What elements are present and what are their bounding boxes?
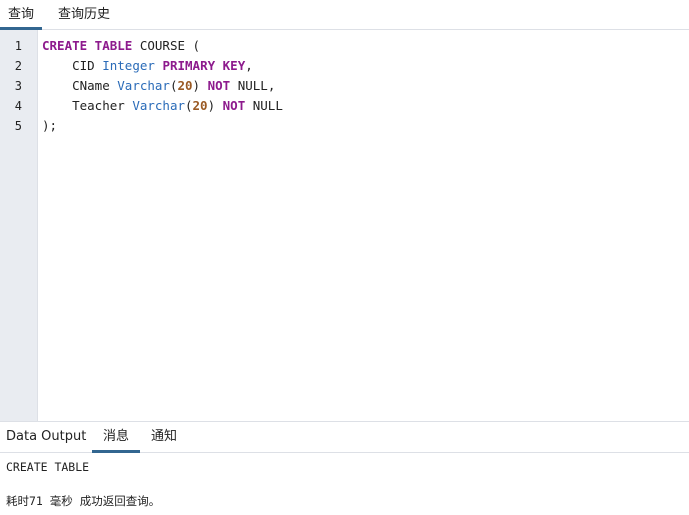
code-line: CREATE TABLE COURSE (	[42, 36, 682, 56]
tab-query-history[interactable]: 查询历史	[48, 0, 120, 30]
code-line: );	[42, 116, 682, 136]
line-number: 5	[14, 119, 22, 133]
code-token-keyword: NOT	[222, 98, 246, 113]
code-token-plain: )	[192, 78, 208, 93]
output-tab-bar: Data Output 消息 通知	[0, 422, 689, 453]
code-token-type: Varchar	[132, 98, 185, 113]
code-line: CID Integer PRIMARY KEY,	[42, 56, 682, 76]
code-line: Teacher Varchar(20) NOT NULL	[42, 96, 682, 116]
line-number: 4	[14, 99, 22, 113]
code-token-plain: )	[207, 98, 223, 113]
code-token-plain: COURSE (	[132, 38, 201, 53]
output-panel: Data Output 消息 通知 CREATE TABLE 耗时71 毫秒 成…	[0, 421, 689, 515]
code-token-plain: Teacher	[42, 98, 133, 113]
line-number: 1	[14, 39, 22, 53]
code-token-plain: );	[42, 118, 58, 133]
tab-data-output[interactable]: Data Output	[0, 422, 90, 453]
tab-messages[interactable]: 消息	[92, 422, 140, 453]
code-token-type: Varchar	[117, 78, 170, 93]
code-token-keyword: NOT	[207, 78, 231, 93]
code-token-plain: NULL,	[230, 78, 276, 93]
line-number: 3	[14, 79, 22, 93]
code-token-number: 20	[177, 78, 193, 93]
code-area[interactable]: CREATE TABLE COURSE ( CID Integer PRIMAR…	[42, 36, 682, 136]
code-token-keyword: PRIMARY KEY	[162, 58, 246, 73]
messages-output: CREATE TABLE 耗时71 毫秒 成功返回查询。	[6, 459, 681, 509]
code-token-number: 20	[192, 98, 208, 113]
tab-notices[interactable]: 通知	[144, 422, 184, 453]
line-number-gutter: 1 2 3 4 5	[0, 30, 38, 421]
line-numbers: 1 2 3 4 5	[0, 36, 22, 136]
code-token-plain: ,	[245, 58, 253, 73]
code-token-plain: (	[185, 98, 193, 113]
line-number: 2	[14, 59, 22, 73]
code-token-keyword: CREATE TABLE	[42, 38, 133, 53]
query-tab-bar: 查询 查询历史	[0, 0, 689, 30]
sql-editor[interactable]: 1 2 3 4 5 CREATE TABLE COURSE ( CID Integer …	[0, 30, 689, 421]
message-result: 耗时71 毫秒 成功返回查询。	[6, 494, 161, 508]
code-token-plain: CName	[42, 78, 118, 93]
message-command: CREATE TABLE	[6, 460, 90, 474]
tab-query[interactable]: 查询	[0, 0, 42, 30]
code-token-plain: CID	[42, 58, 103, 73]
code-token-type: Integer	[102, 58, 155, 73]
code-line: CName Varchar(20) NOT NULL,	[42, 76, 682, 96]
code-token-plain: NULL	[245, 98, 283, 113]
